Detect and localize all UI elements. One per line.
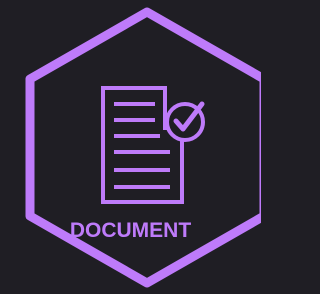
- document-badge: DOCUMENT: [0, 0, 261, 294]
- document-checkmark-icon: [101, 86, 205, 204]
- hexagon-badge-graphic: [25, 7, 261, 288]
- badge-label: DOCUMENT: [69, 219, 192, 242]
